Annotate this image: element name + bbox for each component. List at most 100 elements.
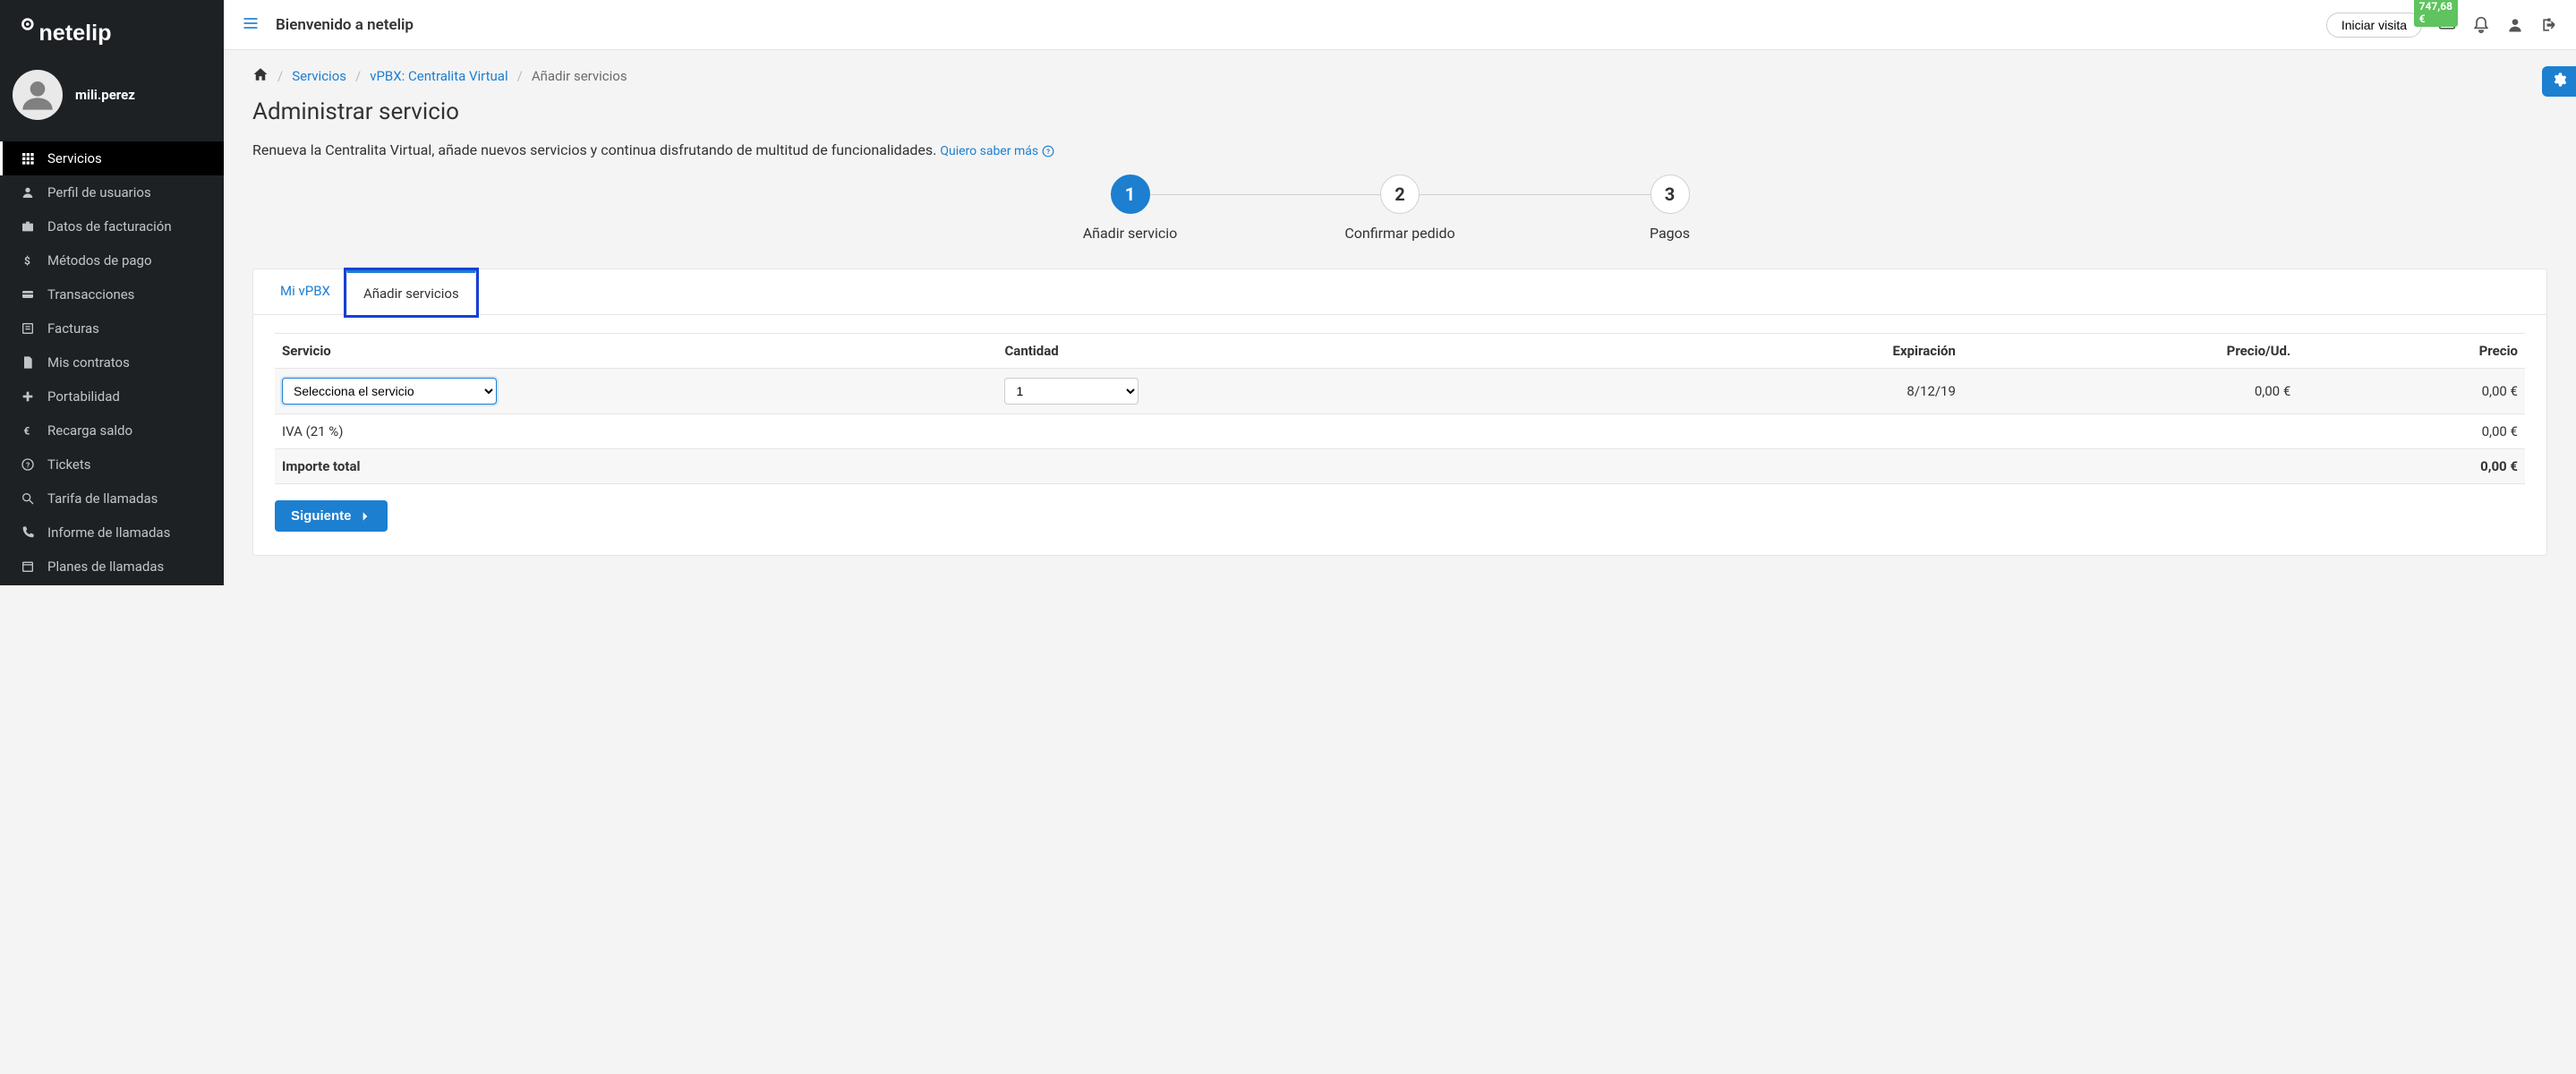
quantity-select[interactable]: 1 bbox=[1004, 378, 1139, 405]
iva-value: 0,00 € bbox=[2298, 414, 2525, 449]
balance-badge: 747,68 € bbox=[2414, 0, 2458, 27]
sidebar-item-label: Facturas bbox=[47, 320, 99, 337]
sidebar-item-contratos[interactable]: Mis contratos bbox=[0, 345, 224, 379]
th-servicio: Servicio bbox=[275, 334, 997, 369]
avatar bbox=[13, 70, 63, 120]
balance-card[interactable]: 747,68 € bbox=[2438, 14, 2456, 36]
sidebar-item-portabilidad[interactable]: Portabilidad bbox=[0, 379, 224, 413]
tabs: Mi vPBX Añadir servicios bbox=[253, 269, 2546, 315]
iva-row: IVA (21 %) 0,00 € bbox=[275, 414, 2525, 449]
plus-icon bbox=[19, 389, 37, 404]
notifications-icon[interactable] bbox=[2472, 16, 2490, 34]
th-expiracion: Expiración bbox=[1633, 334, 1963, 369]
tab-mi-vpbx[interactable]: Mi vPBX bbox=[264, 270, 346, 315]
step-label: Confirmar pedido bbox=[1344, 225, 1454, 242]
topbar: Bienvenido a netelip Iniciar visita 747,… bbox=[224, 0, 2576, 50]
step-number: 3 bbox=[1651, 175, 1690, 214]
sidebar-item-metodos-pago[interactable]: $ Métodos de pago bbox=[0, 243, 224, 277]
step-label: Añadir servicio bbox=[1083, 225, 1178, 242]
brand-logo[interactable]: netelip bbox=[0, 0, 224, 57]
learn-more-link[interactable]: Quiero saber más ? bbox=[940, 144, 1053, 158]
th-precio: Precio bbox=[2298, 334, 2525, 369]
sidebar-item-label: Informe de llamadas bbox=[47, 524, 170, 541]
start-visit-button[interactable]: Iniciar visita bbox=[2326, 13, 2422, 38]
sidebar-item-label: Recarga saldo bbox=[47, 422, 132, 439]
breadcrumb-current: Añadir servicios bbox=[532, 68, 627, 84]
phone-icon bbox=[19, 525, 37, 540]
sidebar-item-label: Mis contratos bbox=[47, 354, 130, 371]
file-icon bbox=[19, 355, 37, 370]
card-icon bbox=[19, 287, 37, 302]
sidebar-item-facturacion[interactable]: Datos de facturación bbox=[0, 209, 224, 243]
step-number: 1 bbox=[1111, 175, 1150, 214]
sidebar-item-label: Métodos de pago bbox=[47, 252, 152, 268]
sidebar-item-transacciones[interactable]: Transacciones bbox=[0, 277, 224, 311]
sidebar-item-label: Servicios bbox=[47, 150, 102, 166]
briefcase-icon bbox=[19, 219, 37, 234]
sidebar-item-tickets[interactable]: ? Tickets bbox=[0, 448, 224, 482]
user-box[interactable]: mili.perez bbox=[0, 57, 224, 136]
sidebar-item-informe[interactable]: Informe de llamadas bbox=[0, 516, 224, 550]
sidebar-item-label: Datos de facturación bbox=[47, 218, 172, 234]
total-value: 0,00 € bbox=[2298, 449, 2525, 484]
user-icon bbox=[19, 185, 37, 200]
service-row: Selecciona el servicio 1 8/12/19 0,00 € … bbox=[275, 369, 2525, 414]
chevron-right-icon bbox=[359, 510, 371, 523]
wizard-steps: 1 Añadir servicio 2 Confirmar pedido 3 P… bbox=[997, 175, 1803, 242]
sidebar-nav: Servicios Perfil de usuarios Datos de fa… bbox=[0, 141, 224, 584]
search-icon bbox=[19, 491, 37, 506]
menu-toggle-icon[interactable] bbox=[242, 14, 260, 36]
total-row: Importe total 0,00 € bbox=[275, 449, 2525, 484]
svg-text:$: $ bbox=[24, 255, 30, 268]
username: mili.perez bbox=[75, 87, 135, 103]
sidebar-item-label: Transacciones bbox=[47, 286, 134, 303]
sidebar-item-label: Planes de llamadas bbox=[47, 558, 164, 575]
user-menu-icon[interactable] bbox=[2506, 16, 2524, 34]
tab-anadir-servicios[interactable]: Añadir servicios bbox=[346, 270, 476, 315]
euro-icon: € bbox=[19, 423, 37, 438]
list-icon bbox=[19, 321, 37, 336]
sidebar-item-label: Tickets bbox=[47, 456, 91, 473]
total-label: Importe total bbox=[275, 449, 2298, 484]
sidebar-item-label: Portabilidad bbox=[47, 388, 120, 405]
logout-icon[interactable] bbox=[2540, 16, 2558, 34]
service-select[interactable]: Selecciona el servicio bbox=[282, 378, 497, 405]
th-cantidad: Cantidad bbox=[997, 334, 1632, 369]
page-intro: Renueva la Centralita Virtual, añade nue… bbox=[252, 141, 2547, 158]
step-label: Pagos bbox=[1650, 225, 1690, 242]
next-button[interactable]: Siguiente bbox=[275, 500, 388, 532]
sidebar-item-perfil[interactable]: Perfil de usuarios bbox=[0, 175, 224, 209]
sidebar-item-servicios[interactable]: Servicios bbox=[0, 141, 224, 175]
sidebar-item-label: Tarifa de llamadas bbox=[47, 490, 158, 507]
cell-precio-ud: 0,00 € bbox=[1963, 369, 2298, 414]
sidebar: netelip mili.perez Servicios Perfil de u… bbox=[0, 0, 224, 585]
step-1: 1 Añadir servicio bbox=[997, 175, 1263, 242]
svg-text:€: € bbox=[23, 425, 30, 438]
sidebar-item-facturas[interactable]: Facturas bbox=[0, 311, 224, 345]
dollar-icon: $ bbox=[19, 253, 37, 268]
page-title: Administrar servicio bbox=[252, 98, 2547, 125]
svg-text:?: ? bbox=[1046, 148, 1050, 156]
welcome-text: Bienvenido a netelip bbox=[276, 16, 414, 34]
panel: Mi vPBX Añadir servicios Servicio Cantid… bbox=[252, 268, 2547, 556]
sidebar-item-recarga[interactable]: € Recarga saldo bbox=[0, 413, 224, 448]
step-number: 2 bbox=[1380, 175, 1420, 214]
sidebar-item-tarifa[interactable]: Tarifa de llamadas bbox=[0, 482, 224, 516]
svg-text:netelip: netelip bbox=[38, 21, 111, 46]
sidebar-item-planes[interactable]: Planes de llamadas bbox=[0, 550, 224, 584]
home-icon[interactable] bbox=[252, 66, 269, 86]
svg-text:?: ? bbox=[26, 461, 30, 470]
cell-precio: 0,00 € bbox=[2298, 369, 2525, 414]
iva-label: IVA (21 %) bbox=[275, 414, 2298, 449]
breadcrumb-link-servicios[interactable]: Servicios bbox=[292, 68, 346, 84]
calendar-icon bbox=[19, 559, 37, 574]
floating-settings-button[interactable] bbox=[2542, 66, 2576, 97]
th-precio-ud: Precio/Ud. bbox=[1963, 334, 2298, 369]
breadcrumb-link-vpbx[interactable]: vPBX: Centralita Virtual bbox=[370, 68, 508, 84]
cell-expiracion: 8/12/19 bbox=[1633, 369, 1963, 414]
step-2: 2 Confirmar pedido bbox=[1267, 175, 1533, 242]
breadcrumb: / Servicios / vPBX: Centralita Virtual /… bbox=[252, 66, 2547, 86]
grid-icon bbox=[19, 151, 37, 166]
sidebar-item-label: Perfil de usuarios bbox=[47, 184, 151, 200]
help-icon: ? bbox=[19, 457, 37, 472]
